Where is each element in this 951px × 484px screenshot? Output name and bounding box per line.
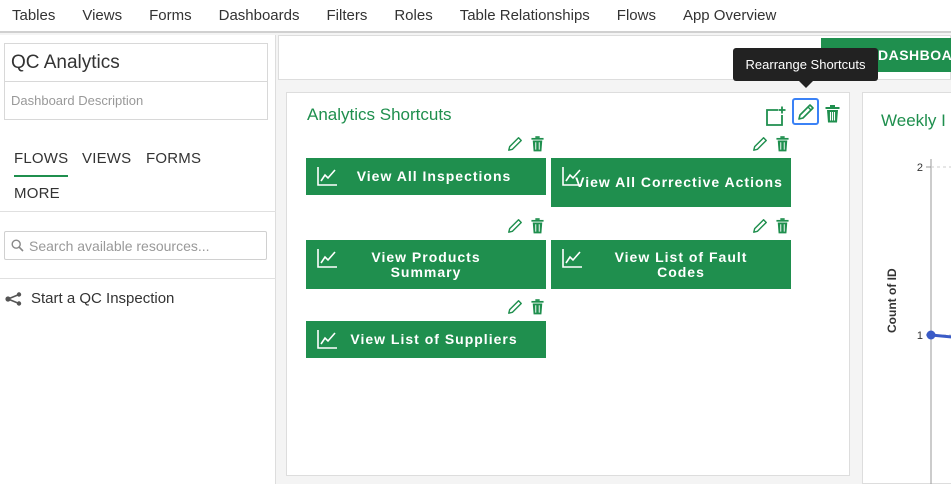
shortcut-label: View List of Fault Codes — [614, 248, 748, 280]
search-placeholder: Search available resources... — [29, 237, 210, 254]
nav-table-relationships[interactable]: Table Relationships — [460, 7, 590, 24]
flow-item-label: Start a QC Inspection — [31, 290, 175, 307]
line-chart-icon — [317, 167, 337, 186]
delete-trash-icon[interactable] — [531, 218, 544, 234]
tab-more[interactable]: MORE — [14, 185, 60, 202]
delete-trash-icon[interactable] — [531, 299, 544, 315]
shortcut-view-list-of-fault-codes[interactable]: View List of Fault Codes — [551, 240, 791, 289]
trash-icon[interactable] — [825, 105, 840, 123]
chart-y-tick-label: 1 — [917, 330, 923, 342]
flow-item[interactable]: Start a QC Inspection — [5, 290, 174, 307]
nav-dashboards[interactable]: Dashboards — [219, 7, 300, 24]
nav-roles[interactable]: Roles — [394, 7, 432, 24]
tab-views[interactable]: VIEWS — [82, 150, 131, 167]
edit-pencil-icon[interactable] — [752, 218, 768, 234]
nav-filters[interactable]: Filters — [327, 7, 368, 24]
rearrange-shortcuts-tooltip: Rearrange Shortcuts — [733, 48, 878, 81]
shortcut-label: View All Inspections — [356, 168, 512, 184]
nav-forms[interactable]: Forms — [149, 7, 192, 24]
analytics-shortcuts-panel: Analytics Shortcuts View All Inspections… — [286, 92, 850, 476]
shortcut-view-products-summary[interactable]: View Products Summary — [306, 240, 546, 289]
chart-plot: 12 — [917, 159, 951, 484]
pencil-icon — [797, 103, 815, 121]
nav-tables[interactable]: Tables — [12, 7, 55, 24]
rearrange-shortcuts-button[interactable] — [792, 98, 819, 125]
edit-pencil-icon[interactable] — [507, 218, 523, 234]
edit-pencil-icon[interactable] — [752, 136, 768, 152]
chart-y-tick-label: 2 — [917, 162, 923, 174]
panel-title: Analytics Shortcuts — [307, 105, 452, 124]
chart-data-point — [926, 330, 936, 340]
line-chart-icon — [317, 330, 337, 349]
tab-forms[interactable]: FORMS — [146, 150, 201, 167]
edit-pencil-icon[interactable] — [507, 136, 523, 152]
search-input[interactable]: Search available resources... — [4, 231, 267, 260]
shortcut-label: View All Corrective Actions — [575, 174, 783, 190]
line-chart-icon — [562, 249, 582, 268]
sidebar: QC Analytics Dashboard Description FLOWS… — [0, 35, 276, 484]
dashboard-description-input[interactable]: Dashboard Description — [4, 82, 268, 120]
nav-views[interactable]: Views — [82, 7, 122, 24]
shortcut-view-all-inspections[interactable]: View All Inspections — [306, 158, 546, 195]
tooltip-arrow — [799, 81, 813, 88]
top-nav: Tables Views Forms Dashboards Filters Ro… — [0, 0, 951, 33]
line-chart-icon — [562, 167, 582, 186]
delete-trash-icon[interactable] — [776, 218, 789, 234]
shortcut-view-list-of-suppliers[interactable]: View List of Suppliers — [306, 321, 546, 358]
divider — [0, 278, 276, 279]
add-shortcut-icon[interactable] — [765, 106, 787, 127]
nav-flows[interactable]: Flows — [617, 7, 656, 24]
shortcut-label: View List of Suppliers — [350, 331, 518, 347]
shortcut-label: View Products Summary — [371, 248, 481, 280]
delete-trash-icon[interactable] — [776, 136, 789, 152]
flow-icon — [5, 291, 22, 306]
divider — [0, 211, 276, 212]
delete-trash-icon[interactable] — [531, 136, 544, 152]
search-icon — [11, 239, 24, 252]
dashboard-title-input[interactable]: QC Analytics — [4, 43, 268, 82]
line-chart-icon — [317, 249, 337, 268]
nav-app-overview[interactable]: App Overview — [683, 7, 776, 24]
tab-flows[interactable]: FLOWS — [14, 150, 69, 177]
shortcut-view-all-corrective-actions[interactable]: View All Corrective Actions — [551, 158, 791, 207]
edit-pencil-icon[interactable] — [507, 299, 523, 315]
weekly-chart-panel: Weekly I Count of ID 12 — [862, 92, 951, 484]
